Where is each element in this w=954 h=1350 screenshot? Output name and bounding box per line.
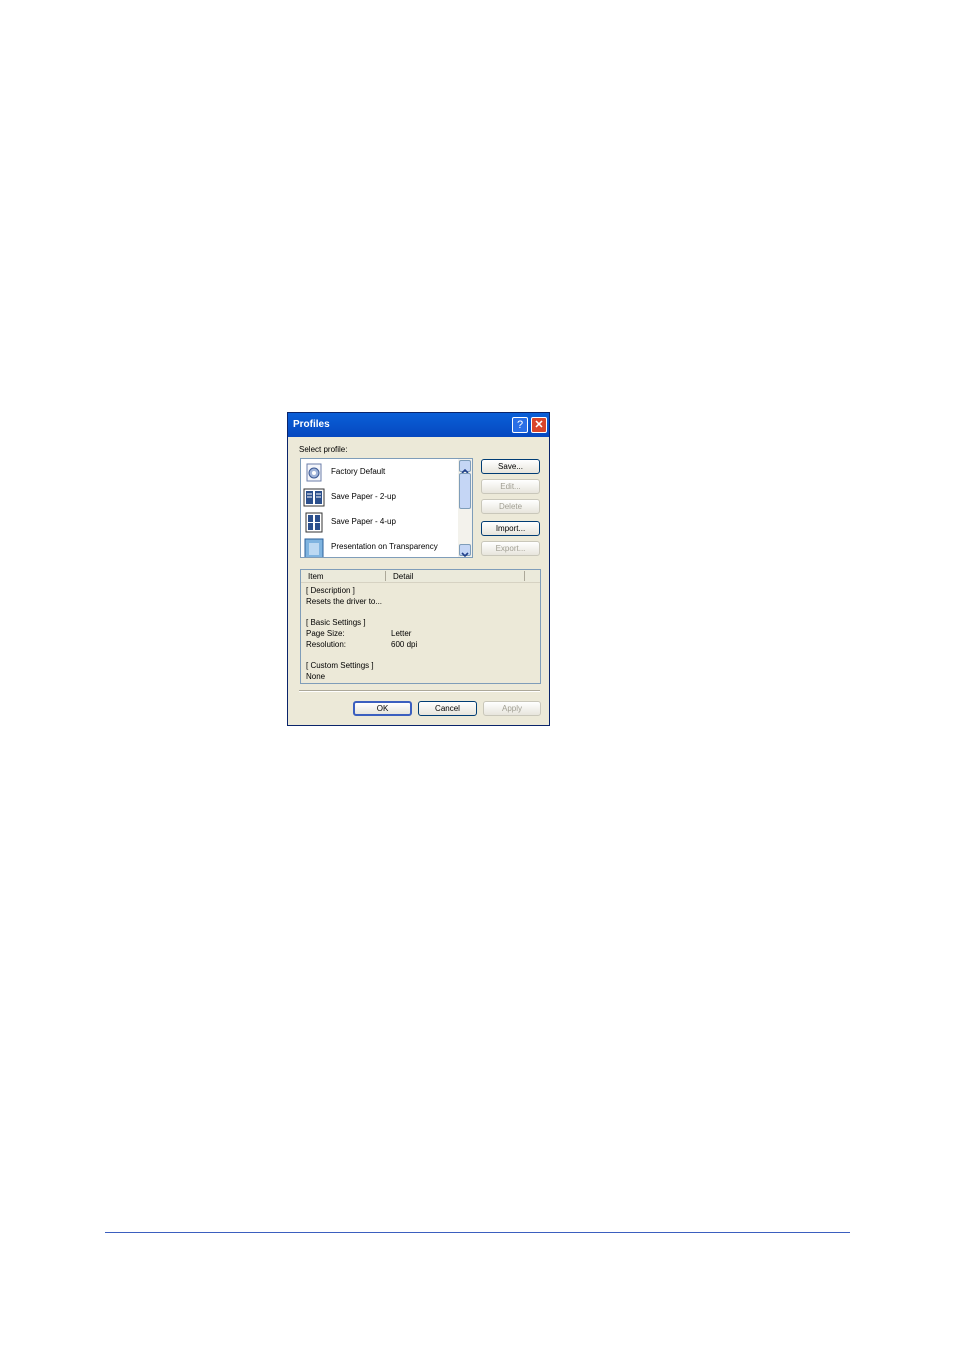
list-item-save-paper-4up[interactable]: Save Paper - 4-up — [302, 510, 460, 535]
list-item-label: Save Paper - 4-up — [331, 517, 396, 526]
dialog-title: Profiles — [293, 419, 330, 430]
close-icon[interactable]: ✕ — [531, 417, 547, 433]
apply-button[interactable]: Apply — [483, 701, 541, 716]
save-button[interactable]: Save... — [481, 459, 540, 474]
list-item-label: Factory Default — [331, 467, 386, 476]
details-header: Item Detail — [301, 570, 540, 583]
list-item-factory-default[interactable]: Factory Default — [302, 460, 460, 485]
profile-list[interactable]: Factory Default Save Paper - 2-up Save P… — [300, 458, 473, 558]
page-footer-rule — [105, 1232, 850, 1233]
chevron-down-icon — [461, 552, 469, 557]
description-heading: [ Description ] — [306, 586, 355, 595]
list-item-save-paper-2up[interactable]: Save Paper - 2-up — [302, 485, 460, 510]
column-header-item[interactable]: Item — [308, 572, 324, 581]
select-profile-label: Select profile: — [299, 445, 348, 454]
transparency-icon — [304, 538, 324, 557]
scroll-down-button[interactable] — [459, 544, 471, 557]
profiles-dialog: Profiles ? ✕ Select profile: Factory Def… — [287, 412, 550, 726]
basic-settings-heading: [ Basic Settings ] — [306, 618, 366, 627]
page-size-value: Letter — [391, 629, 412, 638]
list-item-label: Presentation on Transparency — [331, 542, 438, 551]
edit-button[interactable]: Edit... — [481, 479, 540, 494]
scroll-up-button[interactable] — [459, 460, 471, 474]
resolution-value: 600 dpi — [391, 640, 418, 649]
cancel-button[interactable]: Cancel — [418, 701, 477, 716]
delete-button[interactable]: Delete — [481, 499, 540, 514]
footer-divider — [299, 690, 540, 692]
title-bar[interactable]: Profiles ? ✕ — [288, 413, 549, 437]
page-size-label: Page Size: — [306, 629, 345, 638]
description-text: Resets the driver to... — [306, 597, 383, 606]
export-button[interactable]: Export... — [481, 541, 540, 556]
list-scrollbar[interactable] — [458, 459, 472, 557]
custom-settings-value: None — [306, 672, 326, 681]
profile-details-list[interactable]: Item Detail [ Description ] Resets the d… — [300, 569, 541, 684]
import-button[interactable]: Import... — [481, 521, 540, 536]
gear-document-icon — [306, 463, 322, 482]
column-divider[interactable] — [385, 571, 386, 581]
four-up-pages-icon — [305, 512, 323, 533]
list-item-presentation-transparency[interactable]: Presentation on Transparency — [302, 535, 460, 557]
custom-settings-heading: [ Custom Settings ] — [306, 661, 374, 670]
two-up-pages-icon — [303, 488, 325, 507]
list-item-label: Save Paper - 2-up — [331, 492, 396, 501]
help-icon[interactable]: ? — [512, 417, 528, 433]
column-header-detail[interactable]: Detail — [393, 572, 413, 581]
scroll-thumb[interactable] — [459, 473, 471, 509]
resolution-label: Resolution: — [306, 640, 347, 649]
column-divider[interactable] — [524, 571, 525, 581]
ok-button[interactable]: OK — [353, 701, 412, 716]
